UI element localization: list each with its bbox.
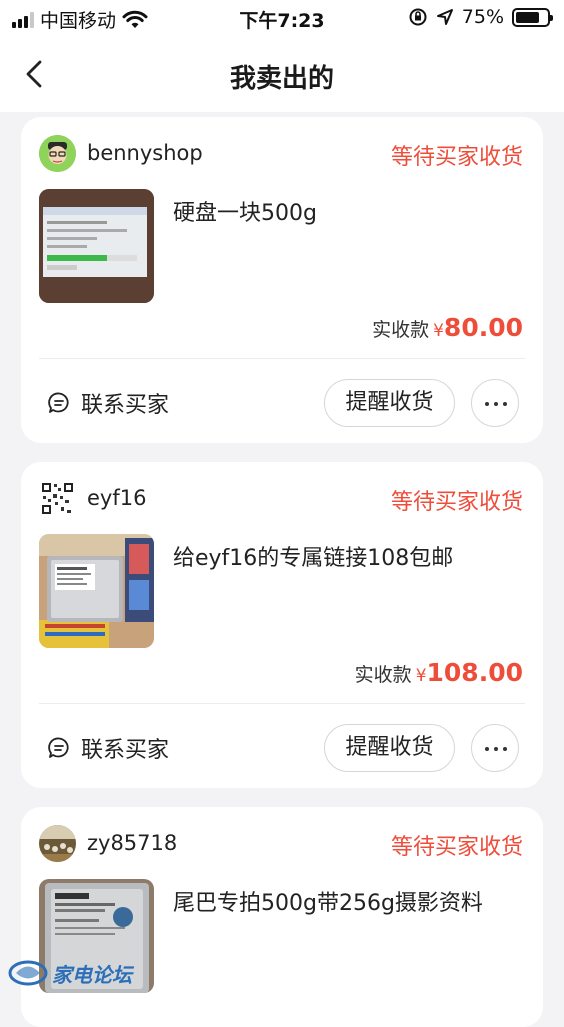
watermark-logo-icon (8, 960, 48, 986)
location-icon (436, 9, 453, 25)
price-amount: 108.00 (426, 658, 523, 687)
buyer-username: eyf16 (87, 486, 147, 510)
contact-buyer-label: 联系买家 (81, 393, 170, 418)
status-right: 75% (408, 6, 553, 28)
buyer-username: bennyshop (87, 141, 203, 165)
watermark-text: 家电论坛 (52, 962, 132, 987)
price-row: 实收款 ¥ 80.00 (372, 313, 523, 342)
price-row: 实收款 ¥ 108.00 (355, 658, 523, 687)
order-status: 等待买家收货 (390, 835, 523, 860)
buyer-avatar[interactable] (39, 135, 76, 172)
battery-icon (512, 7, 553, 27)
price-label: 实收款 (354, 664, 412, 686)
contact-buyer-label: 联系买家 (81, 738, 170, 763)
product-title: 尾巴专拍500g带256g摄影资料 (173, 891, 483, 916)
status-bar: 中国移动 下午7:23 75% (0, 0, 564, 36)
price-label: 实收款 (372, 319, 430, 341)
order-card: eyf16 等待买家收货 给eyf16的专属链接108包邮 实收款 ¥ 108.… (21, 462, 543, 788)
battery-percent: 75% (461, 6, 504, 28)
page-title: 我卖出的 (229, 64, 334, 94)
order-status: 等待买家收货 (390, 145, 523, 170)
currency-symbol: ¥ (433, 321, 444, 341)
order-card: zy85718 等待买家收货 尾巴专拍500g带256g摄影资料 (21, 807, 543, 1027)
orientation-lock-icon (409, 8, 427, 26)
chat-bubble-icon (48, 392, 69, 413)
remind-receipt-button[interactable]: 提醒收货 (324, 379, 455, 427)
product-thumbnail[interactable] (39, 534, 154, 648)
currency-symbol: ¥ (415, 666, 427, 686)
nav-bar: 我卖出的 (0, 36, 564, 112)
price-amount: 80.00 (443, 313, 523, 342)
remind-receipt-button[interactable]: 提醒收货 (324, 724, 455, 772)
forum-watermark: 家电论坛 (8, 958, 132, 988)
contact-buyer-button[interactable]: 联系买家 (47, 732, 169, 764)
divider (39, 703, 525, 704)
buyer-avatar[interactable] (39, 825, 76, 862)
buyer-username: zy85718 (87, 831, 178, 855)
buyer-avatar[interactable] (39, 480, 76, 517)
product-thumbnail[interactable] (39, 189, 154, 303)
more-options-button[interactable] (471, 724, 519, 772)
more-options-button[interactable] (471, 379, 519, 427)
order-card: bennyshop 等待买家收货 硬盘一块500g 实收款 ¥ 80.00 联系… (21, 117, 543, 443)
order-status: 等待买家收货 (390, 490, 523, 515)
product-title: 给eyf16的专属链接108包邮 (173, 546, 454, 571)
contact-buyer-button[interactable]: 联系买家 (47, 387, 169, 419)
chat-bubble-icon (48, 737, 69, 758)
product-title: 硬盘一块500g (173, 201, 317, 226)
divider (39, 358, 525, 359)
